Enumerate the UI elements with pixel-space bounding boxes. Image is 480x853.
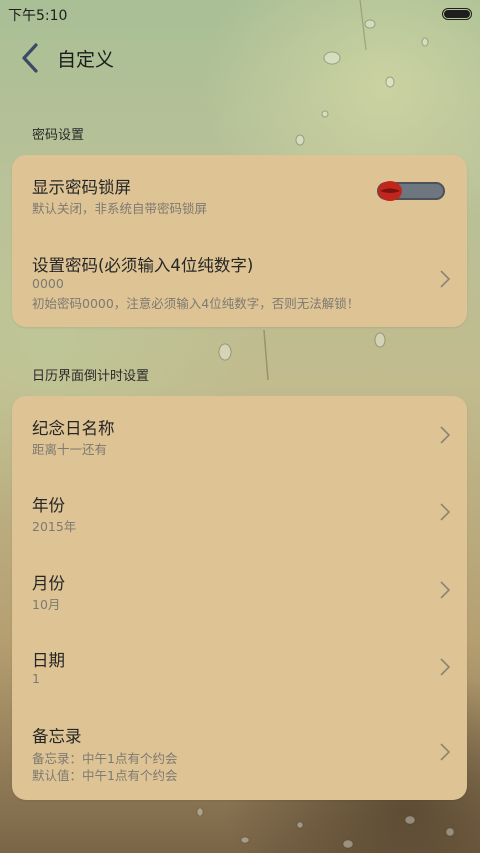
toggle-knob-icon xyxy=(378,181,402,201)
password-lock-toggle[interactable] xyxy=(377,181,445,201)
anniversary-name-row[interactable]: 纪念日名称 距离十一还有 xyxy=(12,396,467,473)
password-settings-card: 显示密码锁屏 默认关闭，非系统自带密码锁屏 设置密码(必须输入4位纯数字) 00… xyxy=(12,155,467,327)
section-label-countdown: 日历界面倒计时设置 xyxy=(32,369,150,384)
row-subtitle: 距离十一还有 xyxy=(32,442,108,457)
memo-row[interactable]: 备忘录 备忘录：中午1点有个约会 默认值：中午1点有个约会 xyxy=(12,706,467,800)
chevron-right-icon xyxy=(440,581,451,599)
status-bar: 下午5:10 xyxy=(0,0,480,28)
set-password-row[interactable]: 设置密码(必须输入4位纯数字) 0000 初始密码0000，注意必须输入4位纯数… xyxy=(12,235,467,327)
row-title: 月份 xyxy=(32,574,65,593)
chevron-right-icon xyxy=(440,426,451,444)
row-title: 显示密码锁屏 xyxy=(32,178,131,197)
chevron-right-icon xyxy=(440,270,451,288)
header: 自定义 xyxy=(0,38,480,78)
row-title: 日期 xyxy=(32,651,65,670)
page-title: 自定义 xyxy=(57,49,115,71)
row-subtitle: 默认关闭，非系统自带密码锁屏 xyxy=(32,201,208,216)
row-title: 设置密码(必须输入4位纯数字) xyxy=(32,256,254,275)
day-row[interactable]: 日期 1 xyxy=(12,628,467,706)
year-row[interactable]: 年份 2015年 xyxy=(12,473,467,551)
battery-icon xyxy=(442,8,472,20)
chevron-left-icon xyxy=(22,43,38,73)
status-time: 下午5:10 xyxy=(8,8,68,24)
back-button[interactable] xyxy=(12,38,48,78)
row-default-value: 默认值：中午1点有个约会 xyxy=(32,768,178,783)
row-subtitle: 2015年 xyxy=(32,519,77,534)
row-subtitle: 1 xyxy=(32,671,40,686)
section-label-password: 密码设置 xyxy=(32,128,85,143)
show-password-lock-row[interactable]: 显示密码锁屏 默认关闭，非系统自带密码锁屏 xyxy=(12,155,467,231)
chevron-right-icon xyxy=(440,743,451,761)
row-subtitle: 10月 xyxy=(32,597,61,612)
row-title: 纪念日名称 xyxy=(32,419,115,438)
battery-level xyxy=(444,10,470,18)
chevron-right-icon xyxy=(440,503,451,521)
row-value: 0000 xyxy=(32,276,64,291)
row-subtitle: 初始密码0000，注意必须输入4位纯数字，否则无法解锁！ xyxy=(32,296,360,311)
chevron-right-icon xyxy=(440,658,451,676)
row-title: 年份 xyxy=(32,496,65,515)
countdown-settings-card: 纪念日名称 距离十一还有 年份 2015年 月份 10月 日期 1 备忘录 备忘… xyxy=(12,396,467,800)
month-row[interactable]: 月份 10月 xyxy=(12,551,467,628)
row-title: 备忘录 xyxy=(32,727,82,746)
